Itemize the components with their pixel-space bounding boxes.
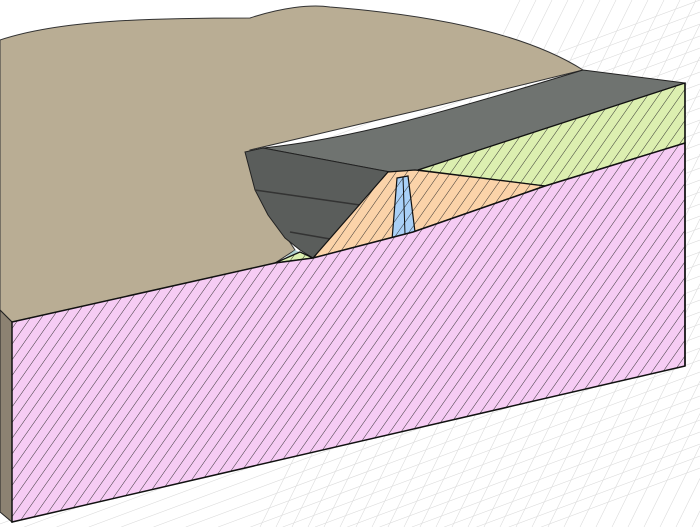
block-left-face (0, 309, 13, 524)
cross-section-view[interactable] (0, 0, 700, 527)
grid-line (627, 380, 700, 527)
grid-line (675, 478, 700, 527)
grid-line (659, 445, 700, 527)
grid-line (691, 510, 700, 527)
